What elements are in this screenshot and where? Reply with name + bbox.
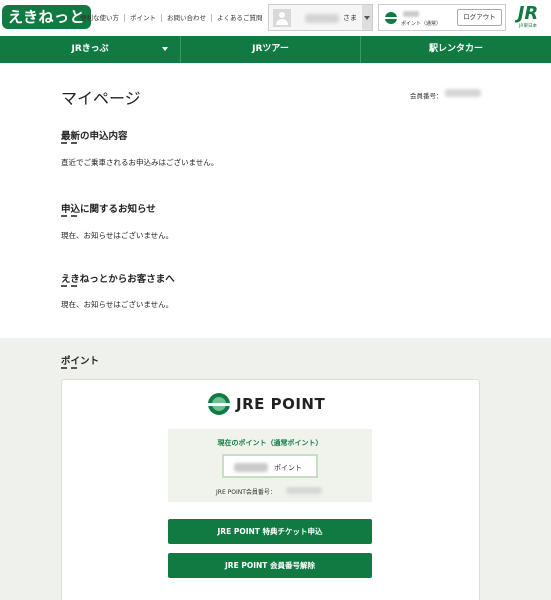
- user-menu-caret-icon[interactable]: [362, 5, 372, 30]
- jre-member-number-redacted: [286, 487, 322, 494]
- jre-point-ticket-apply-button[interactable]: JRE POINT 特典チケット申込: [168, 519, 372, 544]
- section-text-notices: 現在、お知らせはございません。: [61, 231, 174, 240]
- jr-mark: JR: [517, 3, 539, 24]
- page-title: マイページ: [61, 89, 141, 108]
- nav-rent-a-car-label: 駅レンタカー: [428, 44, 483, 54]
- jre-point-logo: JRE POINT: [206, 393, 326, 415]
- user-avatar-icon: [273, 9, 291, 27]
- nav-link-point[interactable]: ポイント: [125, 14, 162, 22]
- header-point-box: ポイント（通常） ログアウト: [378, 4, 506, 31]
- current-point-box: 現在のポイント（通常ポイント） ポイント JRE POINT会員番号：: [168, 429, 372, 502]
- nav-rent-a-car[interactable]: 駅レンタカー: [361, 36, 551, 63]
- nav-jr-tour[interactable]: JRツアー: [181, 36, 361, 63]
- chevron-down-icon: [162, 47, 168, 51]
- jr-east-label: JR東日本: [519, 24, 537, 29]
- header-nav-links: 便利な使い方 ポイント お問い合わせ よくあるご質問: [80, 14, 268, 22]
- current-point-value-redacted: [234, 463, 268, 472]
- ekinet-logo[interactable]: えきねっと: [2, 5, 92, 29]
- nav-jr-kippu-label: JRきっぷ: [71, 44, 109, 54]
- section-heading-latest: 最新の申込内容: [61, 131, 128, 142]
- member-number-redacted: [445, 89, 481, 97]
- current-point-value-box: ポイント: [222, 454, 318, 478]
- heading-underline: [61, 285, 77, 287]
- section-heading-points: ポイント: [61, 356, 100, 367]
- member-number-label: 会員番号：: [410, 92, 443, 100]
- current-point-label: 現在のポイント（通常ポイント）: [217, 439, 323, 447]
- section-heading-notices: 申込に関するお知らせ: [61, 204, 156, 215]
- logout-button[interactable]: ログアウト: [457, 9, 502, 26]
- heading-underline: [61, 142, 77, 144]
- jre-point-logo-icon: [206, 393, 232, 415]
- nav-link-howto[interactable]: 便利な使い方: [80, 14, 125, 22]
- jre-point-member-unlink-button[interactable]: JRE POINT 会員番号解除: [168, 553, 372, 578]
- heading-underline: [61, 367, 77, 369]
- jre-member-number-label: JRE POINT会員番号：: [216, 489, 276, 496]
- header-point-value-redacted: [403, 11, 419, 17]
- nav-link-contact[interactable]: お問い合わせ: [162, 14, 212, 22]
- jr-east-logo[interactable]: JR JR東日本: [512, 4, 544, 32]
- user-honorific: さま: [343, 14, 357, 22]
- main-nav: JRきっぷ JRツアー 駅レンタカー: [0, 36, 551, 63]
- header-point-label: ポイント（通常）: [401, 21, 442, 27]
- section-heading-messages: えきねっとからお客さまへ: [61, 274, 175, 285]
- section-text-latest: 直近でご乗車されるお申込みはございません。: [61, 158, 219, 167]
- jre-point-small-icon: [384, 12, 398, 24]
- nav-jr-kippu[interactable]: JRきっぷ: [0, 36, 181, 63]
- section-text-messages: 現在、お知らせはございません。: [61, 300, 174, 309]
- jre-point-brand: JRE POINT: [236, 395, 326, 413]
- site-header: えきねっと 便利な使い方 ポイント お問い合わせ よくあるご質問 さま ポイント…: [0, 0, 551, 36]
- heading-underline: [61, 215, 77, 217]
- nav-jr-tour-label: JRツアー: [252, 44, 289, 54]
- nav-link-faq[interactable]: よくあるご質問: [212, 14, 268, 22]
- user-menu[interactable]: さま: [268, 4, 373, 31]
- point-unit: ポイント: [274, 464, 302, 472]
- user-name-redacted: [305, 14, 339, 23]
